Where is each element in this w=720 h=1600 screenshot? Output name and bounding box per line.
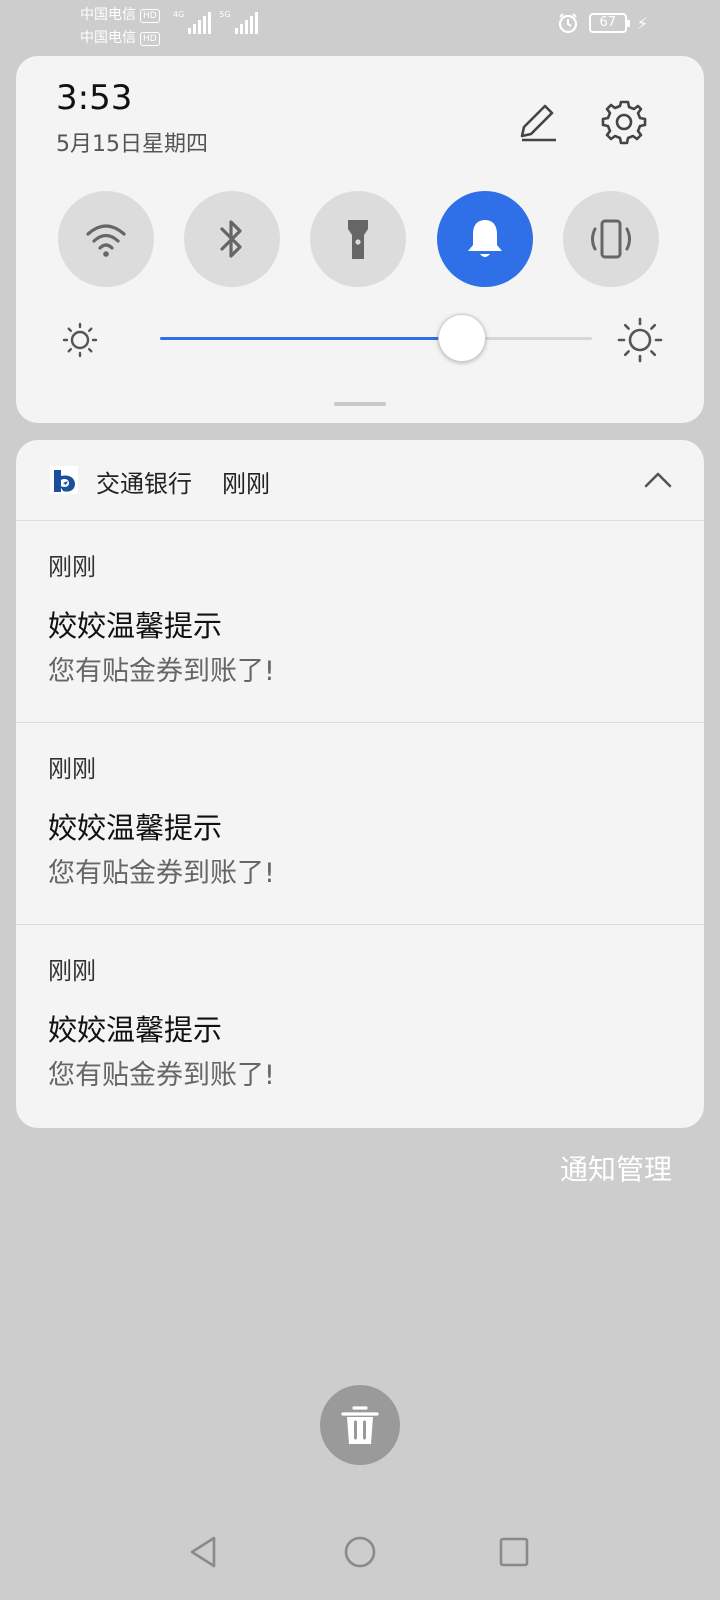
flashlight-icon	[348, 220, 368, 259]
quick-toggles	[58, 191, 664, 287]
notification-time: 刚刚	[48, 553, 96, 581]
clock: 3:53	[56, 78, 133, 118]
signal-strength-icon: 4G	[173, 10, 212, 34]
bank-logo-icon	[50, 466, 78, 494]
vibrate-toggle[interactable]	[563, 191, 659, 287]
app-name: 交通银行	[96, 470, 192, 498]
hd-badge-1: HD	[140, 8, 160, 23]
notification-time: 刚刚	[48, 755, 96, 783]
notification-body: 您有贴金券到账了!	[48, 656, 275, 687]
notification-title: 姣姣温馨提示	[48, 609, 223, 643]
sound-toggle[interactable]	[437, 191, 533, 287]
navigation-bar	[0, 1520, 720, 1600]
clear-all-button[interactable]	[320, 1385, 400, 1465]
flashlight-toggle[interactable]	[310, 191, 406, 287]
charging-icon: ⚡	[636, 13, 648, 33]
settings-gear-icon[interactable]	[598, 96, 650, 148]
recent-apps-icon[interactable]	[496, 1534, 532, 1570]
carrier-2-label: 中国电信	[80, 30, 136, 46]
brightness-control	[56, 314, 664, 364]
back-icon[interactable]	[186, 1534, 222, 1570]
notification-time: 刚刚	[48, 957, 96, 985]
signal-strength-icon: 5G	[219, 10, 258, 34]
wifi-toggle[interactable]	[58, 191, 154, 287]
brightness-slider-fill	[160, 337, 463, 340]
brightness-low-icon	[62, 322, 98, 358]
date: 5月15日星期四	[56, 132, 208, 157]
wifi-icon	[86, 224, 126, 257]
notification-body: 您有贴金券到账了!	[48, 1060, 275, 1091]
brightness-slider[interactable]	[160, 314, 592, 362]
battery-icon: 67	[588, 13, 630, 33]
signal-indicators: 4G 5G	[173, 10, 258, 34]
notification-shade: 中国电信 HD 中国电信 HD 4G 5G 67 ⚡ 3:53 5月15日星期四…	[0, 0, 720, 1600]
notification-header[interactable]: 交通银行 刚刚	[16, 440, 704, 520]
quick-settings-panel: 3:53 5月15日星期四	[16, 56, 704, 423]
notification-item[interactable]: 刚刚 姣姣温馨提示 您有贴金券到账了!	[16, 520, 704, 722]
notification-manage-link[interactable]: 通知管理	[560, 1148, 672, 1188]
bluetooth-toggle[interactable]	[184, 191, 280, 287]
bell-icon	[468, 220, 502, 257]
brightness-slider-thumb[interactable]	[438, 314, 487, 362]
network-type-2: 5G	[219, 10, 231, 19]
network-type-1: 4G	[173, 10, 185, 19]
status-right-group: 67 ⚡	[557, 12, 648, 34]
notification-body: 您有贴金券到账了!	[48, 858, 275, 889]
brightness-high-icon	[617, 317, 663, 363]
bluetooth-icon	[220, 220, 242, 258]
home-icon[interactable]	[342, 1534, 378, 1570]
notification-card[interactable]: 交通银行 刚刚 刚刚 姣姣温馨提示 您有贴金券到账了! 刚刚 姣姣温馨提示 您有…	[16, 440, 704, 1128]
carrier-1-label: 中国电信	[80, 7, 136, 23]
carrier-info: 中国电信 HD 中国电信 HD	[80, 4, 160, 50]
notification-item[interactable]: 刚刚 姣姣温馨提示 您有贴金券到账了!	[16, 722, 704, 924]
chevron-up-icon[interactable]	[640, 462, 676, 498]
status-bar: 中国电信 HD 中国电信 HD 4G 5G 67 ⚡	[0, 0, 720, 48]
drag-handle[interactable]	[334, 402, 386, 406]
battery-level: 67	[599, 15, 617, 30]
notification-title: 姣姣温馨提示	[48, 1013, 223, 1047]
alarm-icon	[558, 13, 577, 34]
vibrate-icon	[591, 219, 631, 259]
notification-group-time: 刚刚	[222, 470, 270, 498]
edit-icon[interactable]	[510, 96, 562, 148]
trash-icon	[341, 1406, 379, 1444]
hd-badge-2: HD	[140, 31, 160, 46]
notification-title: 姣姣温馨提示	[48, 811, 223, 845]
notification-item[interactable]: 刚刚 姣姣温馨提示 您有贴金券到账了!	[16, 924, 704, 1126]
